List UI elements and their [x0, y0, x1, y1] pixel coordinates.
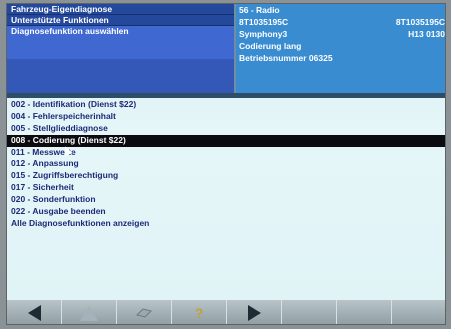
menu-item-access-authorization[interactable]: 015 - Zugriffsberechtigung — [7, 170, 445, 182]
help-icon: ? — [194, 305, 204, 321]
help-button[interactable]: ? — [172, 300, 227, 324]
menu-item-end-output[interactable]: 022 - Ausgabe beenden — [7, 206, 445, 218]
menu-item-fault-memory[interactable]: 004 - Fehlerspeicherinhalt — [7, 111, 445, 123]
menu-item-measured-values[interactable]: 011 - Messwerte — [7, 147, 445, 159]
control-unit-info-panel: 56 - Radio 8T1035195C 8T1035195C Symphon… — [236, 4, 445, 93]
up-button[interactable] — [62, 300, 117, 324]
function-list: 002 - Identifikation (Dienst $22) 004 - … — [7, 99, 445, 230]
menu-item-coding[interactable]: 008 - Codierung (Dienst $22) — [7, 134, 445, 147]
part-number-right: 8T1035195C — [395, 17, 445, 27]
empty-slot-2 — [337, 300, 392, 324]
diagnostic-screen: Fahrzeug-Eigendiagnose Unterstützte Funk… — [6, 3, 446, 325]
nav-item-select-diagnostic-function[interactable]: Diagnosefunktion auswählen — [7, 26, 234, 59]
module-name: 56 - Radio — [239, 5, 280, 15]
back-arrow-icon — [27, 305, 41, 321]
menu-item-show-all-functions[interactable]: Alle Diagnosefunktionen anzeigen — [7, 218, 445, 230]
back-button[interactable] — [7, 300, 62, 324]
menu-item-actuator-diagnosis[interactable]: 005 - Stellglieddiagnose — [7, 123, 445, 135]
part-number: 8T1035195C — [239, 17, 289, 27]
menu-item-security[interactable]: 017 - Sicherheit — [7, 182, 445, 194]
forward-arrow-icon — [247, 305, 261, 321]
bottom-toolbar: ? — [7, 300, 445, 324]
software-version: H13 0130 — [408, 29, 445, 39]
menu-item-adaptation[interactable]: 012 - Anpassung — [7, 158, 445, 170]
nav-panel-fill — [7, 59, 234, 82]
empty-slot-1 — [282, 300, 337, 324]
component-row: Symphony3 H13 0130 — [236, 28, 445, 40]
part-number-row: 8T1035195C 8T1035195C — [236, 16, 445, 28]
component-name: Symphony3 — [239, 29, 288, 39]
menu-item-identification[interactable]: 002 - Identifikation (Dienst $22) — [7, 99, 445, 111]
empty-slot-3 — [392, 300, 445, 324]
operator-number: Betriebsnummer 06325 — [239, 53, 333, 63]
eraser-icon — [136, 308, 152, 318]
nav-item-supported-functions[interactable]: Unterstützte Funktionen — [7, 15, 234, 26]
menu-item-special-function[interactable]: 020 - Sonderfunktion — [7, 194, 445, 206]
nav-item-vehicle-self-diagnosis[interactable]: Fahrzeug-Eigendiagnose — [7, 4, 234, 15]
header-divider — [7, 93, 445, 98]
header-area: Fahrzeug-Eigendiagnose Unterstützte Funk… — [7, 4, 445, 93]
coding-type: Codierung lang — [239, 41, 302, 51]
eraser-button[interactable] — [117, 300, 172, 324]
navigation-panel: Fahrzeug-Eigendiagnose Unterstützte Funk… — [7, 4, 234, 93]
forward-button[interactable] — [227, 300, 282, 324]
up-arrow-icon — [80, 305, 98, 321]
